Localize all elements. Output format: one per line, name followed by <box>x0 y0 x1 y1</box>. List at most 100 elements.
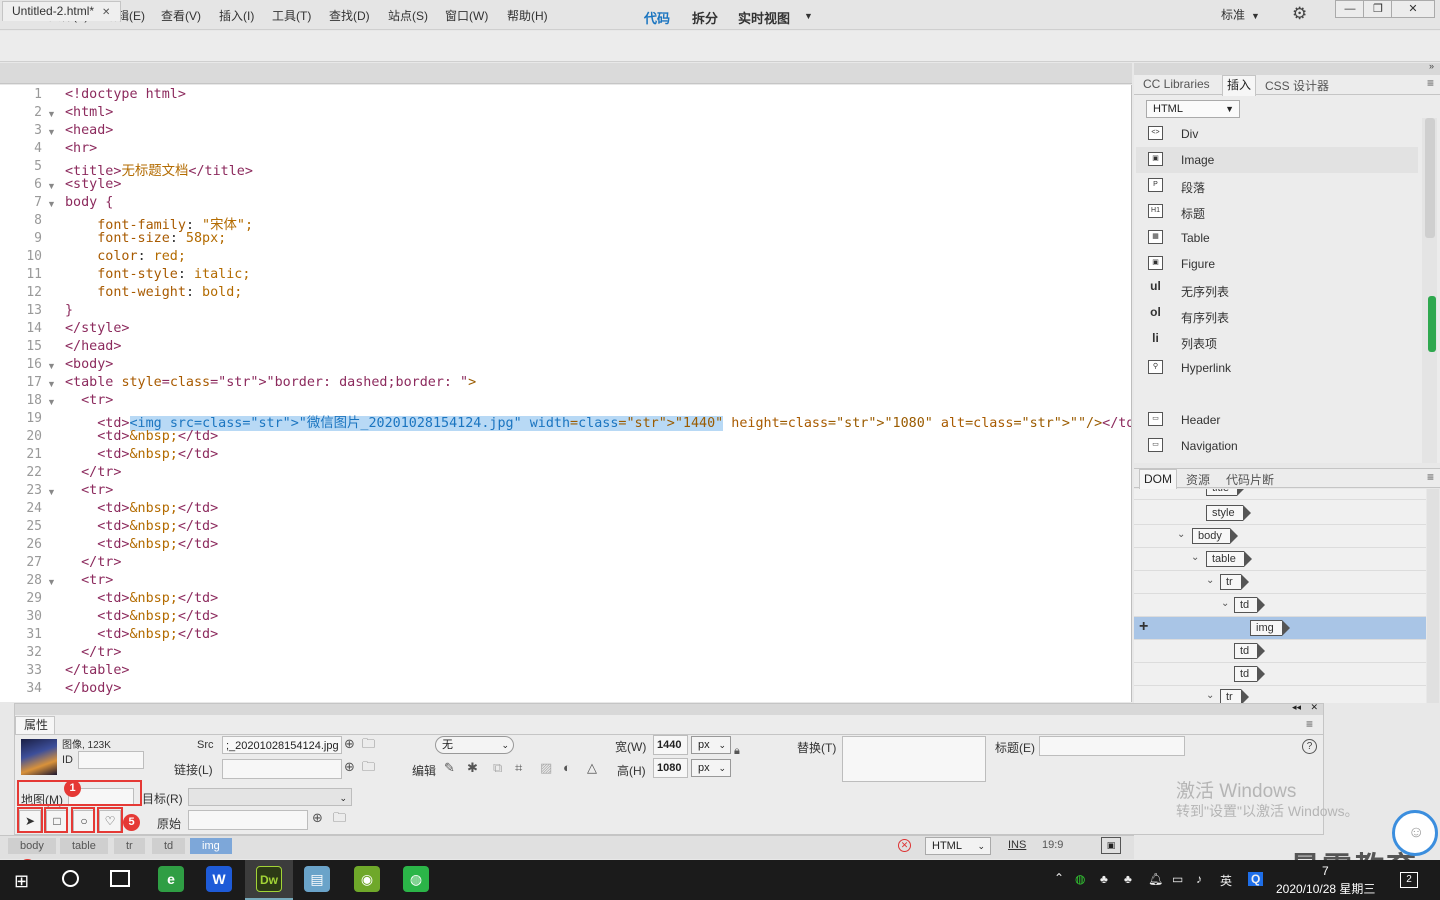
code-line[interactable]: <tr> <box>65 393 113 408</box>
chevron-down-icon[interactable]: ▼ <box>804 11 813 21</box>
dom-node[interactable]: td <box>1234 643 1266 659</box>
code-line[interactable]: <tr> <box>65 573 113 588</box>
link-input[interactable] <box>222 759 342 779</box>
code-line[interactable]: </tr> <box>65 645 121 660</box>
properties-tab[interactable]: 属性 <box>15 716 55 734</box>
width-unit-select[interactable]: px ⌄ <box>691 736 731 754</box>
code-line[interactable]: </head> <box>65 339 121 354</box>
insert-item-hyperlink[interactable]: ⚲ Hyperlink <box>1136 355 1418 381</box>
point-to-file-icon[interactable]: ⊕ <box>344 759 355 775</box>
dom-row[interactable]: td <box>1134 640 1426 663</box>
height-input[interactable]: 1080 <box>653 758 688 778</box>
tab-dom[interactable]: DOM <box>1139 469 1177 489</box>
tab-cc-libraries[interactable]: CC Libraries <box>1139 77 1214 91</box>
sharpen-icon[interactable]: △ <box>587 760 597 776</box>
code-line[interactable]: </tr> <box>65 555 121 570</box>
volume-icon[interactable]: ♪ <box>1196 872 1202 886</box>
view-split-button[interactable]: 拆分 <box>692 8 718 27</box>
chevron-down-icon[interactable]: ⌄ <box>1177 529 1185 540</box>
code-line[interactable]: body { <box>65 195 113 210</box>
view-live-button[interactable]: 实时视图 <box>738 8 790 27</box>
insert-item-figure[interactable]: ▣ Figure <box>1136 251 1418 277</box>
lock-icon[interactable]: 🔒︎ <box>734 745 740 758</box>
dom-scrollbar[interactable] <box>1427 489 1439 703</box>
breadcrumb-table[interactable]: table <box>60 838 108 854</box>
panel-menu-icon[interactable]: ≡ <box>1306 717 1313 731</box>
tab-assets[interactable]: 资源 <box>1182 471 1214 488</box>
dom-row[interactable]: td <box>1134 663 1426 686</box>
code-line[interactable]: <td>&nbsp;</td> <box>65 537 218 552</box>
code-line[interactable]: font-weight: bold; <box>65 285 242 300</box>
insert-item-有序列表[interactable]: ol 有序列表 <box>1136 303 1418 329</box>
windows-start-icon[interactable]: ⊞ <box>14 871 29 892</box>
menu-item[interactable]: 帮助(H) <box>507 7 548 24</box>
insert-category-select[interactable]: HTML ▼ <box>1146 100 1240 118</box>
breadcrumb-td[interactable]: td <box>152 838 186 854</box>
code-line[interactable]: font-style: italic; <box>65 267 250 282</box>
dom-node[interactable]: body <box>1192 528 1238 544</box>
wechat-icon[interactable]: ◍ <box>403 866 429 892</box>
code-line[interactable]: <td>&nbsp;</td> <box>65 429 218 444</box>
code-line[interactable]: <td>&nbsp;</td> <box>65 627 218 642</box>
insert-scrollbar-thumb[interactable] <box>1425 118 1435 238</box>
view-code-button[interactable]: 代码 <box>644 8 670 27</box>
dom-node[interactable]: td <box>1234 666 1266 682</box>
dom-node[interactable]: style <box>1206 505 1251 521</box>
insert-mode[interactable]: INS <box>1008 839 1026 851</box>
tab-snippets[interactable]: 代码片断 <box>1222 471 1278 488</box>
live-preview-icon[interactable]: ▣ <box>1101 837 1121 854</box>
code-line[interactable]: color: red; <box>65 249 186 264</box>
insert-item-列表项[interactable]: li 列表项 <box>1136 329 1418 355</box>
code-line[interactable]: <head> <box>65 123 113 138</box>
code-line[interactable]: </body> <box>65 681 121 696</box>
dom-row[interactable]: title <box>1134 489 1426 500</box>
code-line[interactable]: <td>&nbsp;</td> <box>65 447 218 462</box>
input-language[interactable]: 英 <box>1220 872 1232 889</box>
code-line[interactable]: <!doctype html> <box>65 87 186 102</box>
search-icon[interactable] <box>62 870 79 887</box>
code-line[interactable]: <table style=class="str">"border: dashed… <box>65 375 476 390</box>
code-line[interactable]: <td><img src=class="str">"微信图片_202010281… <box>65 411 1131 431</box>
insert-item-image[interactable]: ▣ Image <box>1136 147 1418 173</box>
code-line[interactable]: <body> <box>65 357 113 372</box>
insert-item-header[interactable]: ▭ Header <box>1136 407 1418 433</box>
settings-icon[interactable]: ✱ <box>467 760 478 776</box>
notification-center-icon[interactable]: 2 <box>1400 872 1418 888</box>
code-line[interactable]: font-size: 58px; <box>65 231 226 246</box>
id-input[interactable] <box>78 751 144 769</box>
menu-item[interactable]: 窗口(W) <box>445 7 488 24</box>
fold-arrow-icon[interactable]: ▼ <box>47 361 56 371</box>
error-icon[interactable]: ✕ <box>898 839 911 852</box>
fold-arrow-icon[interactable]: ▼ <box>47 379 56 389</box>
browser-icon[interactable]: e <box>158 866 184 892</box>
breadcrumb-img[interactable]: img <box>190 838 232 854</box>
clock-time[interactable]: 7 <box>1322 864 1329 878</box>
insert-item-标题[interactable]: H1 标题 <box>1136 199 1418 225</box>
code-line[interactable]: <title>无标题文档</title> <box>65 159 253 179</box>
breadcrumb-tr[interactable]: tr <box>114 838 145 854</box>
dom-row[interactable]: style <box>1134 502 1426 525</box>
panel-menu-icon[interactable]: ≡ <box>1427 76 1434 90</box>
notepad-icon[interactable]: ▤ <box>304 866 330 892</box>
folder-icon[interactable]: 🗀 <box>362 735 375 757</box>
code-line[interactable]: <hr> <box>65 141 97 156</box>
folder-icon[interactable]: 🗀 <box>362 758 375 780</box>
code-line[interactable]: </tr> <box>65 465 121 480</box>
wechat-tray-icon[interactable]: ◍ <box>1075 872 1085 886</box>
close-window-button[interactable]: ✕ <box>1391 0 1435 18</box>
src-input[interactable]: ;_20201028154124.jpg <box>222 736 342 754</box>
tab-css-designer[interactable]: CSS 设计器 <box>1261 77 1333 94</box>
dom-row[interactable]: ⌄ tr <box>1134 571 1426 594</box>
document-type-select[interactable]: HTML ⌄ <box>925 837 991 855</box>
dreamweaver-icon[interactable]: Dw <box>256 866 282 892</box>
code-editor[interactable]: 1 <!doctype html> 2 ▼ <html> 3 ▼ <head> 4 <hr> 5 <t… <box>0 85 1132 702</box>
code-line[interactable]: <td>&nbsp;</td> <box>65 609 218 624</box>
collapse-icon[interactable]: » <box>1429 61 1434 71</box>
help-icon[interactable]: ? <box>1302 739 1317 754</box>
code-line[interactable]: <style> <box>65 177 121 192</box>
minimize-button[interactable]: — <box>1335 0 1365 18</box>
restore-button[interactable]: ❐ <box>1363 0 1393 18</box>
menu-item[interactable]: 站点(S) <box>388 7 428 24</box>
menu-item[interactable]: 工具(T) <box>272 7 311 24</box>
dom-node[interactable]: img <box>1250 620 1290 636</box>
